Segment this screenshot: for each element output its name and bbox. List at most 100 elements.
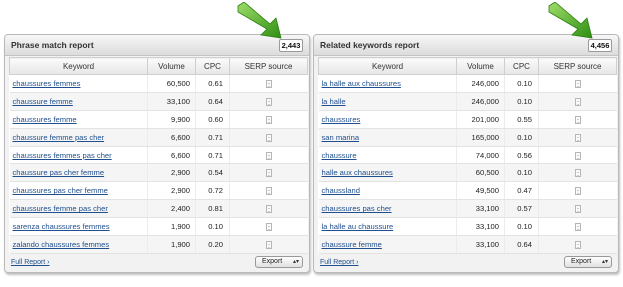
keyword-link[interactable]: chaussures femme xyxy=(13,115,77,124)
keyword-link[interactable]: chaussures femme pas cher xyxy=(13,204,108,213)
table-row: halle aux chaussures 60,500 0.10 xyxy=(318,163,617,183)
export-dropdown[interactable]: Export ▴▾ xyxy=(255,256,303,268)
volume-cell: 2,900 xyxy=(147,163,196,183)
column-header-cpc[interactable]: CPC xyxy=(195,57,230,75)
serp-source-cell xyxy=(538,199,617,219)
table-row: chaussures femmes 60,500 0.61 xyxy=(9,74,308,93)
serp-source-cell xyxy=(229,217,308,237)
serp-source-cell xyxy=(538,181,617,201)
volume-cell: 33,100 xyxy=(147,92,196,111)
table-row: sarenza chaussures femmes 1,900 0.10 xyxy=(9,217,308,237)
volume-cell: 60,500 xyxy=(147,74,196,93)
keyword-link[interactable]: chaussures pas cher femme xyxy=(13,186,108,195)
document-icon[interactable] xyxy=(574,133,581,142)
up-down-chevron-icon: ▴▾ xyxy=(601,259,608,265)
keyword-link[interactable]: chaussure femme xyxy=(322,240,382,249)
document-icon[interactable] xyxy=(574,115,581,124)
keyword-cell: chaussure pas cher femme xyxy=(9,163,148,183)
document-icon[interactable] xyxy=(265,97,272,106)
keyword-link[interactable]: la halle aux chaussures xyxy=(322,79,401,88)
document-icon[interactable] xyxy=(574,240,581,249)
serp-source-cell xyxy=(229,92,308,111)
document-icon[interactable] xyxy=(265,79,272,88)
document-icon[interactable] xyxy=(574,79,581,88)
keyword-table: Keyword Volume CPC SERP source chaussure… xyxy=(9,57,308,254)
keyword-link[interactable]: chaussure xyxy=(322,151,357,160)
cpc-cell: 0.20 xyxy=(195,235,230,254)
keyword-cell: chaussures femme xyxy=(9,110,148,129)
serp-source-cell xyxy=(229,110,308,129)
keyword-cell: la halle aux chaussures xyxy=(318,74,457,93)
keyword-link[interactable]: zalando chaussures femmes xyxy=(13,240,110,249)
panel-title: Related keywords report xyxy=(320,40,420,50)
keyword-link[interactable]: la halle xyxy=(322,97,346,106)
keyword-link[interactable]: la halle au chaussure xyxy=(322,222,394,231)
keyword-link[interactable]: chaussure femme pas cher xyxy=(13,133,105,142)
full-report-link[interactable]: Full Report › xyxy=(320,259,359,266)
cpc-cell: 0.57 xyxy=(504,199,539,219)
serp-source-cell xyxy=(229,199,308,219)
serp-source-cell xyxy=(538,128,617,147)
cpc-cell: 0.72 xyxy=(195,181,230,201)
document-icon[interactable] xyxy=(265,115,272,124)
document-icon[interactable] xyxy=(265,169,272,178)
table-row: chaussures 201,000 0.55 xyxy=(318,110,617,129)
keyword-cell: san marina xyxy=(318,128,457,147)
column-header-keyword[interactable]: Keyword xyxy=(318,57,457,75)
document-icon[interactable] xyxy=(265,205,272,214)
keyword-link[interactable]: halle aux chaussures xyxy=(322,168,393,177)
table-row: zalando chaussures femmes 1,900 0.20 xyxy=(9,235,308,254)
cpc-cell: 0.64 xyxy=(504,235,539,254)
document-icon[interactable] xyxy=(574,223,581,232)
keyword-link[interactable]: sarenza chaussures femmes xyxy=(13,222,110,231)
keyword-link[interactable]: chaussure pas cher femme xyxy=(13,168,105,177)
keyword-cell: chaussures femmes pas cher xyxy=(9,146,148,165)
column-header-serp-source[interactable]: SERP source xyxy=(229,57,308,75)
table-row: la halle au chaussure 33,100 0.10 xyxy=(318,217,617,237)
left-arrow-icon xyxy=(237,2,282,39)
panel-title: Phrase match report xyxy=(11,40,94,50)
volume-cell: 165,000 xyxy=(456,128,505,147)
cpc-cell: 0.10 xyxy=(504,128,539,147)
document-icon[interactable] xyxy=(574,205,581,214)
document-icon[interactable] xyxy=(265,187,272,196)
keyword-cell: halle aux chaussures xyxy=(318,163,457,183)
keyword-link[interactable]: san marina xyxy=(322,133,360,142)
cpc-cell: 0.10 xyxy=(195,217,230,237)
serp-source-cell xyxy=(229,128,308,147)
document-icon[interactable] xyxy=(574,187,581,196)
volume-cell: 6,600 xyxy=(147,146,196,165)
document-icon[interactable] xyxy=(265,133,272,142)
column-header-serp-source[interactable]: SERP source xyxy=(538,57,617,75)
table-row: chaussure femme 33,100 0.64 xyxy=(9,92,308,111)
serp-source-cell xyxy=(229,235,308,254)
table-row: san marina 165,000 0.10 xyxy=(318,128,617,147)
volume-cell: 33,100 xyxy=(456,217,505,237)
keyword-link[interactable]: chaussures xyxy=(322,115,361,124)
export-dropdown[interactable]: Export ▴▾ xyxy=(564,256,612,268)
keyword-link[interactable]: chaussures pas cher xyxy=(322,204,392,213)
keyword-cell: chaussures femme pas cher xyxy=(9,199,148,219)
related-keywords-panel: Related keywords report 4,456 Keyword Vo… xyxy=(313,34,619,273)
column-header-cpc[interactable]: CPC xyxy=(504,57,539,75)
document-icon[interactable] xyxy=(265,223,272,232)
cpc-cell: 0.10 xyxy=(504,163,539,183)
volume-cell: 1,900 xyxy=(147,235,196,254)
table-row: chaussures femmes pas cher 6,600 0.71 xyxy=(9,146,308,165)
column-header-volume[interactable]: Volume xyxy=(147,57,196,75)
document-icon[interactable] xyxy=(574,151,581,160)
serp-source-cell xyxy=(538,74,617,93)
table-row: chaussland 49,500 0.47 xyxy=(318,181,617,201)
keyword-link[interactable]: chaussures femmes xyxy=(13,79,81,88)
full-report-link[interactable]: Full Report › xyxy=(11,259,50,266)
document-icon[interactable] xyxy=(574,169,581,178)
document-icon[interactable] xyxy=(574,97,581,106)
column-header-keyword[interactable]: Keyword xyxy=(9,57,148,75)
right-arrow-icon xyxy=(548,2,593,39)
document-icon[interactable] xyxy=(265,151,272,160)
keyword-link[interactable]: chaussure femme xyxy=(13,97,73,106)
column-header-volume[interactable]: Volume xyxy=(456,57,505,75)
keyword-link[interactable]: chaussland xyxy=(322,186,360,195)
keyword-link[interactable]: chaussures femmes pas cher xyxy=(13,151,112,160)
document-icon[interactable] xyxy=(265,240,272,249)
